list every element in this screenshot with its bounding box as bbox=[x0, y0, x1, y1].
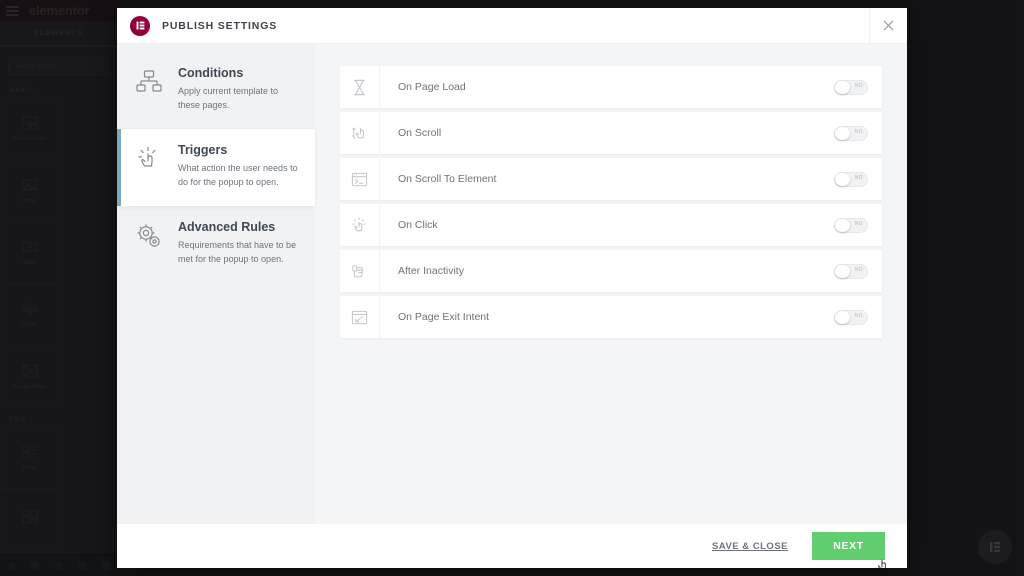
toggle-knob bbox=[835, 172, 850, 186]
sidebar-item-desc: What action the user needs to do for the… bbox=[178, 162, 298, 187]
trigger-row-on-scroll[interactable]: On Scroll NO bbox=[340, 112, 882, 154]
sidebar-item-triggers[interactable]: Triggers What action the user needs to d… bbox=[117, 128, 315, 206]
close-button[interactable] bbox=[869, 8, 907, 44]
trigger-toggle[interactable]: NO bbox=[834, 171, 868, 187]
sidebar-item-conditions[interactable]: Conditions Apply current template to the… bbox=[117, 52, 315, 129]
click-hand-icon-wrap bbox=[136, 143, 164, 190]
toggle-knob bbox=[835, 80, 850, 94]
publish-settings-modal: PUBLISH SETTINGS Conditions Apply curren… bbox=[117, 8, 907, 568]
sidebar-item-advanced-rules[interactable]: Advanced Rules Requirements that have to… bbox=[117, 206, 315, 283]
trigger-row-on-scroll-to-element[interactable]: On Scroll To Element NO bbox=[340, 158, 882, 200]
click-hand-icon bbox=[352, 217, 366, 231]
sidebar-item-text: Advanced Rules Requirements that have to… bbox=[178, 220, 299, 267]
inactivity-hand-icon bbox=[352, 264, 364, 277]
triggers-list: On Page Load NO On Scroll NO On Scroll T… bbox=[315, 44, 907, 524]
elementor-brand-badge bbox=[130, 15, 150, 36]
toggle-value: NO bbox=[854, 266, 863, 273]
toggle-value: NO bbox=[854, 128, 863, 135]
exit-intent-icon bbox=[351, 310, 368, 324]
browser-code-icon bbox=[351, 172, 368, 186]
trigger-label: After Inactivity bbox=[398, 265, 464, 277]
modal-sidebar: Conditions Apply current template to the… bbox=[117, 44, 315, 524]
toggle-knob bbox=[835, 264, 850, 278]
trigger-row-on-click[interactable]: On Click NO bbox=[340, 204, 882, 246]
save-and-close-button[interactable]: SAVE & CLOSE bbox=[712, 541, 788, 552]
sitemap-icon bbox=[136, 70, 162, 92]
sidebar-item-text: Triggers What action the user needs to d… bbox=[178, 143, 299, 190]
toggle-knob bbox=[835, 218, 850, 232]
trigger-toggle[interactable]: NO bbox=[834, 79, 868, 95]
page-title: PUBLISH SETTINGS bbox=[162, 19, 278, 32]
click-hand-icon bbox=[138, 146, 156, 167]
trigger-row-after-inactivity[interactable]: After Inactivity NO bbox=[340, 250, 882, 292]
trigger-label: On Click bbox=[398, 219, 438, 231]
sidebar-item-title: Triggers bbox=[178, 142, 228, 157]
gears-icon bbox=[137, 224, 160, 247]
sidebar-item-title: Advanced Rules bbox=[178, 219, 276, 234]
trigger-toggle[interactable]: NO bbox=[834, 309, 868, 325]
toggle-knob bbox=[835, 126, 850, 140]
trigger-label: On Scroll bbox=[398, 127, 442, 139]
browser-code-icon-wrap bbox=[340, 158, 380, 200]
trigger-toggle[interactable]: NO bbox=[834, 217, 868, 233]
trigger-label: On Page Exit Intent bbox=[398, 311, 490, 323]
trigger-toggle[interactable]: NO bbox=[834, 125, 868, 141]
toggle-value: NO bbox=[854, 312, 863, 319]
click-hand-icon-wrap bbox=[340, 204, 380, 246]
trigger-toggle[interactable]: NO bbox=[834, 263, 868, 279]
toggle-value: NO bbox=[854, 174, 863, 181]
toggle-knob bbox=[835, 310, 850, 324]
scroll-hand-icon-wrap bbox=[340, 112, 380, 154]
inactivity-hand-icon-wrap bbox=[340, 250, 380, 292]
trigger-label: On Page Load bbox=[398, 81, 466, 93]
trigger-row-on-page-load[interactable]: On Page Load NO bbox=[340, 66, 882, 108]
hourglass-icon-wrap bbox=[340, 66, 380, 108]
toggle-value: NO bbox=[854, 82, 863, 89]
modal-body: Conditions Apply current template to the… bbox=[117, 44, 907, 524]
gears-icon-wrap bbox=[136, 220, 164, 267]
trigger-row-on-page-exit-intent[interactable]: On Page Exit Intent NO bbox=[340, 296, 882, 338]
scroll-hand-icon bbox=[351, 127, 364, 139]
toggle-value: NO bbox=[854, 220, 863, 227]
trigger-label: On Scroll To Element bbox=[398, 173, 497, 185]
sitemap-icon-wrap bbox=[136, 66, 164, 113]
close-icon bbox=[883, 20, 894, 31]
modal-footer: SAVE & CLOSE NEXT bbox=[117, 524, 907, 568]
next-button[interactable]: NEXT bbox=[812, 532, 885, 560]
modal-header: PUBLISH SETTINGS bbox=[117, 8, 907, 44]
sidebar-item-desc: Requirements that have to be met for the… bbox=[178, 239, 297, 264]
hourglass-icon bbox=[354, 79, 365, 95]
sidebar-item-desc: Apply current template to these pages. bbox=[178, 86, 279, 110]
sidebar-item-title: Conditions bbox=[178, 66, 244, 80]
sidebar-item-text: Conditions Apply current template to the… bbox=[178, 66, 299, 113]
elementor-logo-icon bbox=[136, 21, 144, 30]
exit-intent-icon-wrap bbox=[340, 296, 380, 338]
